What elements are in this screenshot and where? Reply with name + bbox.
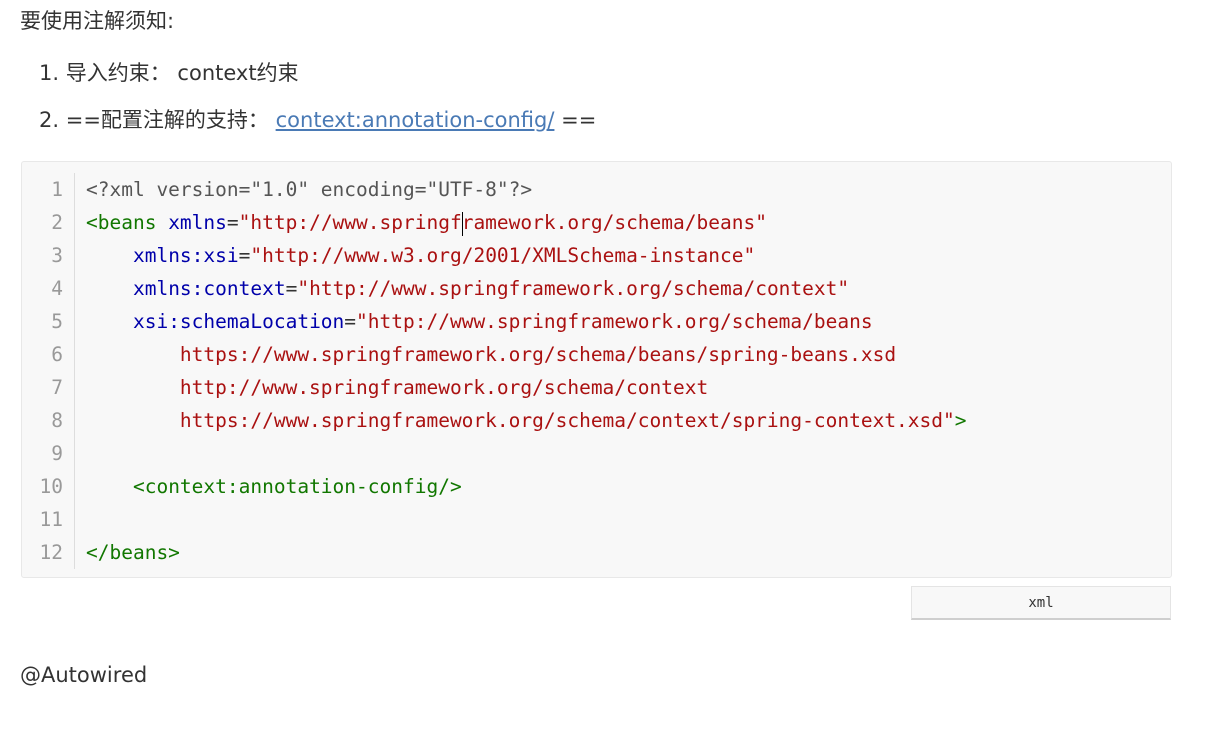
code-token: https://www.springframework.org/schema/c…	[86, 409, 955, 432]
code-token: "http://www.w3.org/2001/XMLSchema-instan…	[250, 244, 756, 267]
code-token: "http://www.springframework.org/schema/c…	[297, 277, 850, 300]
numbered-list: 1. 导入约束： context约束 2. ==配置注解的支持： context…	[39, 58, 596, 152]
code-line: xsi:schemaLocation="http://www.springfra…	[86, 305, 1161, 338]
list-item: 2. ==配置注解的支持： context:annotation-config/…	[39, 105, 596, 135]
line-number: 10	[39, 475, 63, 498]
list-item: 1. 导入约束： context约束	[39, 58, 596, 88]
code-token: =	[285, 277, 298, 300]
code-line: </beans>	[86, 536, 1161, 569]
code-token: <?xml version="1.0" encoding="UTF-8"?>	[86, 178, 533, 201]
line-number: 9	[51, 442, 63, 465]
code-token: <context:annotation-config/>	[132, 475, 462, 498]
list-number: 2.	[39, 108, 60, 132]
line-number: 1	[51, 178, 63, 201]
code-line: https://www.springframework.org/schema/b…	[86, 338, 1161, 371]
code-token: =	[238, 244, 251, 267]
code-token: </beans>	[86, 541, 180, 564]
line-number: 2	[51, 211, 63, 234]
line-number: 4	[51, 277, 63, 300]
list-item-prefix: ==配置注解的支持：	[65, 108, 269, 132]
code-token: xmlns:context	[132, 277, 286, 300]
line-number: 12	[39, 541, 63, 564]
code-line: xmlns:context="http://www.springframewor…	[86, 272, 1161, 305]
code-token: =	[226, 211, 239, 234]
autowired-heading: @Autowired	[20, 663, 148, 687]
code-token: xmlns	[168, 211, 227, 234]
list-number: 1.	[39, 61, 60, 85]
list-item-suffix: ==	[561, 108, 597, 132]
code-token: <beans	[86, 211, 169, 234]
list-item-label: 导入约束：	[65, 61, 171, 85]
line-number: 7	[51, 376, 63, 399]
code-block[interactable]: 1 2 3 4 5 6 7 8 9 10 11 12 <?xml version="1.0" enco…	[21, 161, 1172, 578]
section-heading: 要使用注解须知:	[20, 9, 175, 33]
list-item-value: context约束	[177, 61, 299, 85]
code-token: xmlns:xsi	[132, 244, 239, 267]
code-token: https://www.springframework.org/schema/b…	[86, 343, 897, 366]
line-number: 3	[51, 244, 63, 267]
code-token: xsi:schemaLocation	[132, 310, 345, 333]
code-line: <context:annotation-config/>	[86, 470, 1161, 503]
code-token: "http://www.springframework.org/schema/b…	[356, 310, 873, 333]
code-line: xmlns:xsi="http://www.w3.org/2001/XMLSch…	[86, 239, 1161, 272]
line-number: 6	[51, 343, 63, 366]
code-line: https://www.springframework.org/schema/c…	[86, 404, 1161, 437]
code-token: "http://www.springf	[238, 211, 462, 234]
code-token: ramework.org/schema/beans"	[461, 211, 767, 234]
annotation-config-link[interactable]: context:annotation-config/	[276, 108, 555, 132]
code-line: http://www.springframework.org/schema/co…	[86, 371, 1161, 404]
line-number: 11	[39, 508, 63, 531]
code-content[interactable]: <?xml version="1.0" encoding="UTF-8"?> <b…	[86, 173, 1161, 569]
line-number: 5	[51, 310, 63, 333]
code-token: =	[344, 310, 357, 333]
code-token: http://www.springframework.org/schema/co…	[86, 376, 709, 399]
line-number-gutter: 1 2 3 4 5 6 7 8 9 10 11 12	[22, 173, 75, 569]
code-language-label: xml	[911, 586, 1171, 620]
code-token: >	[954, 409, 967, 432]
code-line: <beans xmlns="http://www.springframework…	[86, 206, 1161, 239]
code-line: <?xml version="1.0" encoding="UTF-8"?>	[86, 173, 1161, 206]
line-number: 8	[51, 409, 63, 432]
